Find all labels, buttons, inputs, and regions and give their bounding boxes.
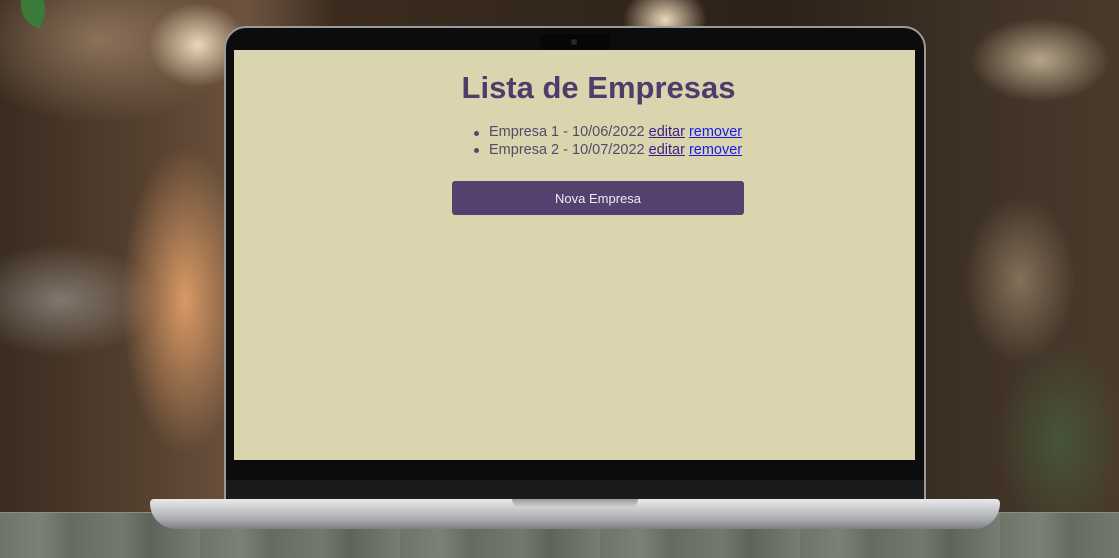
- laptop-opening-groove: [512, 499, 638, 508]
- camera-icon: [571, 39, 577, 45]
- company-name: Empresa 2: [489, 141, 560, 158]
- page-title: Lista de Empresas: [461, 70, 736, 105]
- list-item: Empresa 1 - 10/06/2022 editar remover: [474, 124, 742, 142]
- list-item: Empresa 2 - 10/07/2022 editar remover: [474, 141, 742, 160]
- laptop-base: [150, 499, 1000, 529]
- bullet-icon: [474, 148, 479, 153]
- company-name: Empresa 1: [489, 124, 560, 140]
- remove-link[interactable]: remover: [689, 142, 742, 158]
- browser-screen: Lista de Empresas Empresa 1 - 10/06/2022…: [234, 50, 915, 460]
- company-list: Empresa 1 - 10/06/2022 editar remover Em…: [474, 124, 742, 160]
- edit-link[interactable]: editar: [649, 124, 685, 140]
- bullet-icon: [474, 130, 479, 136]
- company-date: 10/06/2022: [572, 124, 645, 140]
- company-date: 10/07/2022: [572, 141, 645, 158]
- laptop-chin: [226, 480, 924, 500]
- edit-link[interactable]: editar: [649, 142, 685, 158]
- remove-link[interactable]: remover: [689, 124, 742, 140]
- name-date-separator: -: [559, 141, 573, 158]
- new-company-button[interactable]: Nova Empresa: [452, 181, 744, 215]
- name-date-separator: -: [559, 124, 573, 140]
